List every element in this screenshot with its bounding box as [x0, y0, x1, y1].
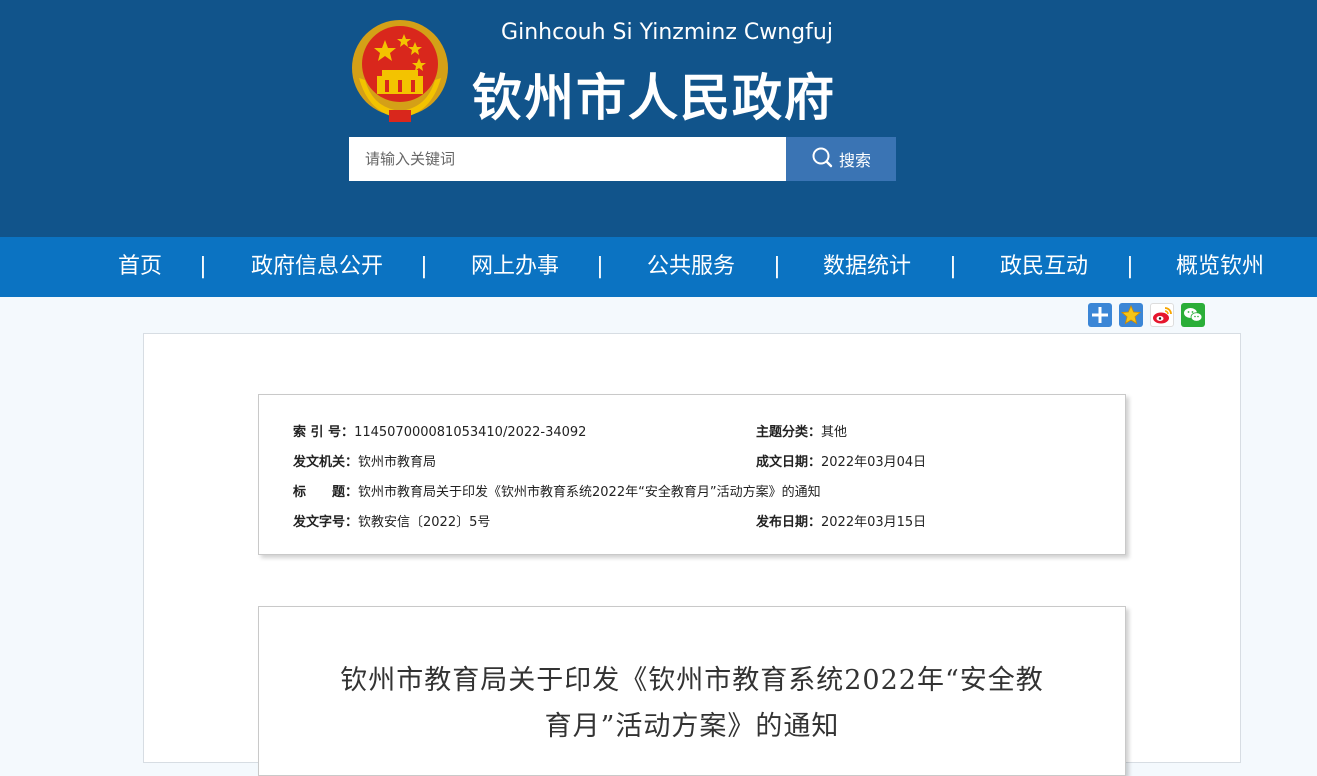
- meta-index-no-value: 114507000081053410/2022-34092: [354, 425, 587, 440]
- nav-item-home[interactable]: 首页: [118, 237, 162, 297]
- plus-share-icon[interactable]: [1088, 303, 1112, 327]
- nav-separator: |: [773, 254, 781, 279]
- site-title[interactable]: 钦州市人民政府: [472, 58, 836, 130]
- meta-published-date: 发布日期：2022年03月15日: [756, 511, 926, 530]
- nav-separator: |: [199, 254, 207, 279]
- meta-index-no: 索 引 号：114507000081053410/2022-34092: [293, 421, 586, 440]
- meta-topic: 主题分类：其他: [756, 421, 847, 440]
- main-nav: 首页 | 政府信息公开 | 网上办事 | 公共服务 | 数据统计 | 政民互动 …: [0, 237, 1317, 297]
- meta-index-no-label: 索 引 号：: [293, 425, 355, 440]
- site-subtitle: Ginhcouh Si Yinzminz Cwngfuj: [501, 20, 833, 45]
- meta-title: 标 题：钦州市教育局关于印发《钦州市教育系统2022年“安全教育月”活动方案》的…: [293, 481, 821, 500]
- nav-separator: |: [596, 254, 604, 279]
- document-title-line-1: 钦州市教育局关于印发《钦州市教育系统2022年“安全教: [340, 665, 1044, 696]
- meta-created-value: 2022年03月04日: [821, 455, 927, 470]
- nav-item-online-services[interactable]: 网上办事: [471, 237, 559, 297]
- meta-issuer: 发文机关：钦州市教育局: [293, 451, 436, 470]
- nav-separator: |: [949, 254, 957, 279]
- meta-doc-no-value: 钦教安信〔2022〕5号: [358, 515, 491, 530]
- meta-title-value: 钦州市教育局关于印发《钦州市教育系统2022年“安全教育月”活动方案》的通知: [358, 485, 821, 500]
- nav-item-interaction[interactable]: 政民互动: [1000, 237, 1088, 297]
- document-title-line-2: 育月”活动方案》的通知: [544, 711, 840, 742]
- meta-published-value: 2022年03月15日: [821, 515, 927, 530]
- meta-created-label: 成文日期：: [756, 455, 822, 470]
- nav-item-public-services[interactable]: 公共服务: [647, 237, 735, 297]
- nav-item-overview[interactable]: 概览钦州: [1176, 237, 1264, 297]
- meta-topic-label: 主题分类：: [756, 425, 822, 440]
- favorite-star-icon[interactable]: [1119, 303, 1143, 327]
- nav-item-gov-info[interactable]: 政府信息公开: [251, 237, 383, 297]
- nav-separator: |: [1126, 254, 1134, 279]
- meta-title-label: 标 题：: [293, 485, 359, 500]
- search-icon: [811, 146, 833, 172]
- wechat-icon[interactable]: [1181, 303, 1205, 327]
- meta-topic-value: 其他: [821, 425, 848, 440]
- meta-issuer-label: 发文机关：: [293, 455, 359, 470]
- weibo-icon[interactable]: [1150, 303, 1174, 327]
- document-title: 钦州市教育局关于印发《钦州市教育系统2022年“安全教 育月”活动方案》的通知: [300, 658, 1084, 750]
- nav-item-statistics[interactable]: 数据统计: [823, 237, 911, 297]
- nav-separator: |: [420, 254, 428, 279]
- document-metadata-box: [258, 394, 1126, 555]
- national-emblem-icon: [349, 18, 451, 124]
- meta-issuer-value: 钦州市教育局: [358, 455, 437, 470]
- search-button-label: 搜索: [838, 151, 871, 170]
- meta-doc-no: 发文字号：钦教安信〔2022〕5号: [293, 511, 490, 530]
- meta-published-label: 发布日期：: [756, 515, 822, 530]
- meta-created-date: 成文日期：2022年03月04日: [756, 451, 926, 470]
- search-input[interactable]: [349, 137, 786, 181]
- search-button[interactable]: 搜索: [786, 137, 896, 181]
- site-header: Ginhcouh Si Yinzminz Cwngfuj 钦州市人民政府 搜索: [0, 0, 1317, 237]
- meta-doc-no-label: 发文字号：: [293, 515, 359, 530]
